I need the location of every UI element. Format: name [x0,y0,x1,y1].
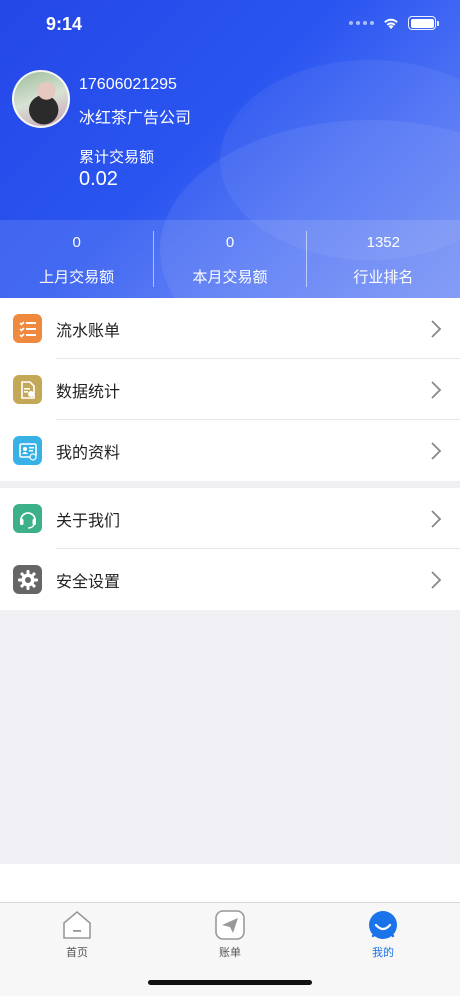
stat-label: 行业排名 [353,268,414,286]
stat-label: 本月交易额 [192,268,268,286]
stat-value: 1352 [366,234,400,251]
headset-icon [13,504,42,533]
home-icon [63,911,91,939]
tab-label: 我的 [372,946,394,959]
smile-icon [369,911,397,939]
avatar[interactable] [12,70,70,128]
menu-item-label: 流水账单 [56,320,121,340]
menu-group-account: 流水账单 数据统计 我的资料 [0,298,460,481]
status-time: 9:14 [46,14,83,34]
signal-icon [349,21,374,25]
chevron-right-icon [431,441,442,460]
user-company: 冰红茶广告公司 [79,108,192,127]
tab-label: 首页 [66,946,88,959]
chevron-right-icon [431,570,442,589]
status-bar: 9:14 [0,0,460,50]
menu-item-transaction-bill[interactable]: 流水账单 [0,298,460,359]
menu-item-label: 数据统计 [56,381,121,401]
menu-item-label: 我的资料 [56,442,121,462]
chevron-right-icon [431,509,442,528]
wifi-icon [384,18,398,29]
stat-industry-rank[interactable]: 1352 行业排名 [307,220,460,298]
list-icon [13,314,42,343]
paper-plane-icon [215,910,245,940]
total-transaction-label: 累计交易额 [79,148,155,166]
stat-last-month[interactable]: 0 上月交易额 [0,220,153,298]
menu-item-my-profile[interactable]: 我的资料 [0,420,460,481]
tab-bill[interactable]: 账单 [190,909,270,960]
profile-card-icon [13,436,42,465]
tab-mine[interactable]: 我的 [343,909,423,960]
menu-item-label: 安全设置 [56,571,121,591]
document-chart-icon [13,375,42,404]
tab-label: 账单 [219,946,241,959]
stat-value: 0 [225,234,235,251]
home-indicator [148,980,312,985]
total-transaction-value: 0.02 [79,168,118,190]
stat-this-month[interactable]: 0 本月交易额 [153,220,306,298]
stat-divider [153,231,154,287]
menu-item-about-us[interactable]: 关于我们 [0,488,460,549]
status-icons [349,16,439,30]
chevron-right-icon [431,319,442,338]
gear-icon [13,565,42,594]
menu-item-data-statistics[interactable]: 数据统计 [0,359,460,420]
chevron-right-icon [431,380,442,399]
tab-home[interactable]: 首页 [37,909,117,960]
content-bottom-strip [0,864,460,902]
user-phone: 17606021295 [79,76,177,93]
profile-header: 9:14 17606021295 冰红茶广告公司 累计交易额 0.02 0 上月… [0,0,460,298]
menu-item-security-settings[interactable]: 安全设置 [0,549,460,610]
stats-bar: 0 上月交易额 0 本月交易额 1352 行业排名 [0,220,460,298]
stat-divider [306,231,307,287]
menu-group-settings: 关于我们 安全设置 [0,488,460,610]
battery-icon [408,16,439,30]
menu-item-label: 关于我们 [56,510,121,530]
stat-label: 上月交易额 [39,268,115,286]
stat-value: 0 [72,234,81,251]
